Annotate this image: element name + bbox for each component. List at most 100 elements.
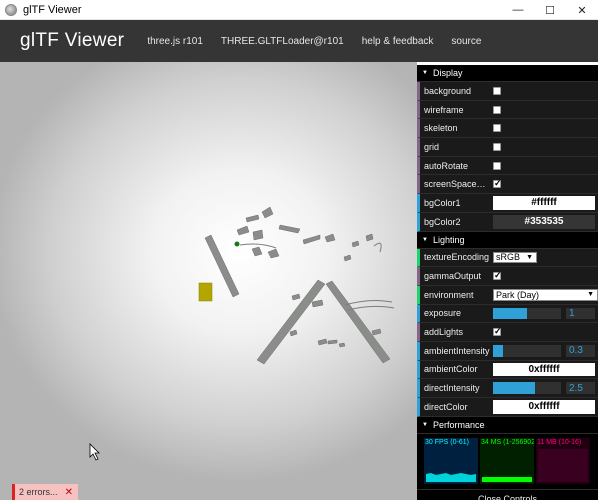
screenspacepanning-checkbox[interactable]	[493, 178, 502, 189]
model-part	[373, 242, 382, 253]
model-part	[365, 233, 374, 242]
bgcolor1-label: bgColor1	[424, 197, 461, 208]
folder-display-label: Display	[432, 68, 463, 78]
model-part	[351, 240, 360, 248]
directcolor-label: directColor	[424, 401, 468, 412]
model-part	[251, 246, 263, 257]
ambientintensity-input[interactable]: 0.3	[566, 344, 595, 357]
ambientintensity-label: ambientIntensity	[424, 345, 490, 356]
ambientcolor-input[interactable]: 0xffffff	[493, 362, 595, 377]
environment-select[interactable]: Park (Day) ▼	[493, 288, 598, 301]
triangle-down-icon: ▼	[526, 253, 533, 261]
nav-source-link[interactable]: source	[442, 36, 490, 47]
exposure-slider[interactable]	[493, 307, 561, 320]
row-bgcolor2: bgColor2 #353535	[417, 212, 598, 232]
gammaoutput-checkbox[interactable]	[493, 270, 502, 281]
directintensity-slider[interactable]	[493, 382, 561, 394]
addlights-checkbox[interactable]	[493, 326, 502, 337]
grid-label: grid	[424, 141, 440, 152]
errors-badge[interactable]: 2 errors... ✕	[12, 484, 78, 500]
model-part	[256, 279, 326, 365]
model-part	[261, 206, 274, 219]
maximize-icon[interactable]: ☐	[534, 0, 566, 20]
fps-text: 30 FPS (0-61)	[425, 438, 469, 446]
triangle-down-icon: ▼	[587, 291, 594, 299]
directintensity-input[interactable]: 2.5	[566, 382, 595, 394]
model-part	[371, 328, 382, 336]
cursor-icon	[89, 443, 100, 461]
folder-display-title[interactable]: ▼ Display	[417, 65, 598, 82]
minimize-icon[interactable]: —	[502, 0, 534, 20]
model-part	[302, 234, 321, 245]
triangle-down-icon: ▼	[422, 236, 428, 243]
bgcolor1-input[interactable]: #ffffff	[493, 196, 595, 210]
triangle-down-icon: ▼	[422, 421, 428, 428]
model-part	[278, 224, 301, 234]
ms-panel[interactable]: 34 MS (1-25690268	[480, 437, 534, 484]
autorotate-label: autoRotate	[424, 160, 469, 171]
row-background: background	[417, 82, 598, 101]
folder-performance-title[interactable]: ▼ Performance	[417, 416, 598, 434]
nav-help-link[interactable]: help & feedback	[353, 36, 443, 47]
row-ambientintensity: ambientIntensity 0.3	[417, 341, 598, 361]
row-gammaoutput: gammaOutput	[417, 267, 598, 286]
window-titlebar: glTF Viewer — ☐ ✕	[0, 0, 598, 20]
row-bgcolor1: bgColor1 #ffffff	[417, 194, 598, 213]
model-part	[327, 339, 338, 345]
bgcolor2-input[interactable]: #353535	[493, 214, 595, 229]
wireframe-checkbox[interactable]	[493, 105, 501, 114]
ambientintensity-slider[interactable]	[493, 344, 561, 357]
app-header: glTF Viewer three.js r101 THREE.GLTFLoad…	[0, 20, 598, 62]
directcolor-input[interactable]: 0xffffff	[493, 400, 595, 414]
triangle-down-icon: ▼	[422, 70, 428, 76]
model-part	[289, 329, 298, 337]
skeleton-label: skeleton	[424, 123, 458, 134]
gammaoutput-label: gammaOutput	[424, 271, 482, 282]
fps-graph	[426, 449, 476, 482]
textureencoding-select[interactable]: sRGB ▼	[493, 251, 537, 264]
skeleton-checkbox[interactable]	[493, 124, 501, 133]
grid-checkbox[interactable]	[493, 142, 501, 151]
ms-graph-svg	[482, 476, 532, 482]
row-addlights: addLights	[417, 323, 598, 342]
mb-text: 11 MB (10-16)	[537, 438, 582, 446]
model-part	[245, 214, 260, 223]
model-part	[325, 280, 391, 364]
model-part	[267, 248, 280, 259]
model-part	[324, 233, 336, 243]
directintensity-slider-fill	[493, 382, 536, 394]
model-part	[291, 293, 301, 301]
close-controls-button[interactable]: Close Controls	[417, 489, 598, 500]
mb-panel[interactable]: 11 MB (10-16)	[536, 437, 590, 484]
model-part	[338, 342, 346, 348]
row-wireframe: wireframe	[417, 100, 598, 120]
row-ambientcolor: ambientColor 0xffffff	[417, 360, 598, 380]
background-checkbox[interactable]	[493, 86, 501, 95]
directintensity-label: directIntensity	[424, 383, 480, 394]
nav-gltfloader-link[interactable]: THREE.GLTFLoader@r101	[212, 36, 353, 47]
row-directintensity: directIntensity 2.5	[417, 379, 598, 398]
folder-performance-label: Performance	[432, 419, 485, 430]
3d-viewport[interactable]	[0, 62, 417, 500]
fps-graph-svg	[426, 472, 476, 482]
folder-lighting-title[interactable]: ▼ Lighting	[417, 231, 598, 249]
model-part	[317, 338, 328, 346]
environment-value: Park (Day)	[496, 289, 540, 300]
close-icon[interactable]: ✕	[566, 0, 598, 20]
textureencoding-label: textureEncoding	[424, 252, 490, 263]
model-part	[198, 282, 213, 302]
row-environment: environment Park (Day) ▼	[417, 285, 598, 305]
row-autorotate: autoRotate	[417, 156, 598, 176]
ms-graph	[482, 449, 532, 482]
row-skeleton: skeleton	[417, 119, 598, 139]
row-screenspacepanning: screenSpacePan...	[417, 175, 598, 195]
exposure-input[interactable]: 1	[566, 307, 595, 320]
row-exposure: exposure 1	[417, 304, 598, 324]
close-icon[interactable]: ✕	[65, 487, 73, 498]
ms-text: 34 MS (1-25690268	[481, 438, 534, 446]
autorotate-checkbox[interactable]	[493, 161, 501, 170]
brand-title[interactable]: glTF Viewer	[20, 30, 124, 52]
nav-threejs-link[interactable]: three.js r101	[138, 36, 212, 47]
fps-panel[interactable]: 30 FPS (0-61)	[424, 437, 478, 484]
model-part	[236, 225, 250, 236]
